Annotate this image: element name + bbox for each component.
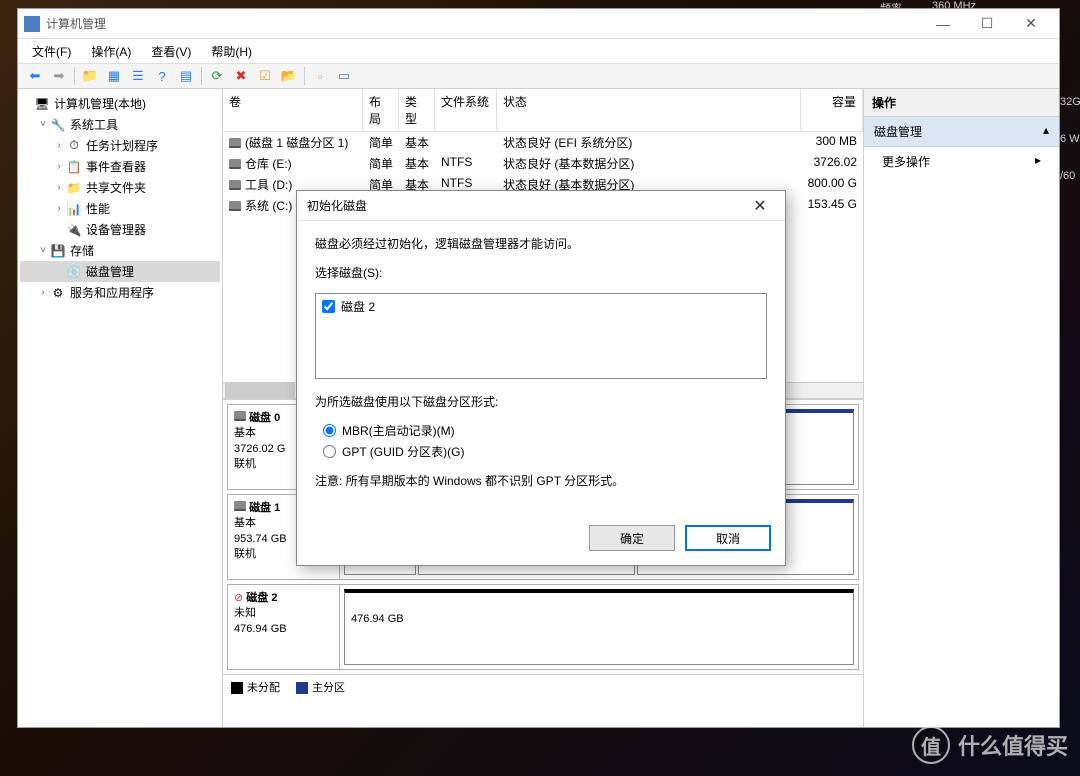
new-icon[interactable]: ▫ xyxy=(309,65,331,87)
disk-checkbox-row[interactable]: 磁盘 2 xyxy=(322,298,760,315)
tree-event-viewer[interactable]: ›📋事件查看器 xyxy=(20,156,220,177)
volume-icon xyxy=(229,159,241,169)
volume-icon xyxy=(229,201,241,211)
gpt-radio-row[interactable]: GPT (GUID 分区表)(G) xyxy=(323,443,767,460)
props-icon[interactable]: ▭ xyxy=(333,65,355,87)
actions-header: 操作 xyxy=(864,89,1059,117)
menu-help[interactable]: 帮助(H) xyxy=(203,41,260,62)
disk-2[interactable]: ⊘ 磁盘 2 未知476.94 GB 476.94 GB xyxy=(227,584,859,670)
app-icon xyxy=(24,16,40,32)
col-status[interactable]: 状态 xyxy=(497,89,801,131)
tree-performance[interactable]: ›📊性能 xyxy=(20,198,220,219)
collapse-icon: ▴ xyxy=(1043,123,1049,140)
dialog-close-button[interactable]: ✕ xyxy=(745,191,775,221)
tree-shared-folders[interactable]: ›📁共享文件夹 xyxy=(20,177,220,198)
window-title: 计算机管理 xyxy=(46,15,921,32)
dialog-title: 初始化磁盘 xyxy=(307,197,367,214)
maximize-button[interactable]: ☐ xyxy=(965,10,1009,38)
titlebar: 计算机管理 — ☐ ✕ xyxy=(18,9,1059,39)
help-icon[interactable]: ? xyxy=(151,65,173,87)
volume-row[interactable]: (磁盘 1 磁盘分区 1)简单基本状态良好 (EFI 系统分区)300 MB xyxy=(223,132,863,153)
nav-tree: 🖥计算机管理(本地) ˅🔧系统工具 ›⏱任务计划程序 ›📋事件查看器 ›📁共享文… xyxy=(18,89,223,727)
tree-device-manager[interactable]: 🔌设备管理器 xyxy=(20,219,220,240)
tree-system-tools[interactable]: ˅🔧系统工具 xyxy=(20,114,220,135)
legend: 未分配 主分区 xyxy=(223,674,863,699)
disk-icon xyxy=(234,501,246,511)
dialog-note: 注意: 所有早期版本的 Windows 都不识别 GPT 分区形式。 xyxy=(315,472,767,489)
gpt-radio[interactable] xyxy=(323,445,336,458)
minimize-button[interactable]: — xyxy=(921,10,965,38)
initialize-disk-dialog: 初始化磁盘 ✕ 磁盘必须经过初始化，逻辑磁盘管理器才能访问。 选择磁盘(S): … xyxy=(296,190,786,566)
check-icon[interactable]: ☑ xyxy=(254,65,276,87)
tree-services[interactable]: ›⚙服务和应用程序 xyxy=(20,282,220,303)
unallocated-partition[interactable]: 476.94 GB xyxy=(344,589,854,665)
actions-pane: 操作 磁盘管理▴ 更多操作▸ xyxy=(863,89,1059,727)
menu-view[interactable]: 查看(V) xyxy=(143,41,199,62)
col-type[interactable]: 类型 xyxy=(399,89,435,131)
disk-icon xyxy=(234,411,246,421)
disk-2-label: ⊘ 磁盘 2 未知476.94 GB xyxy=(228,585,340,669)
watermark: 值 什么值得买 xyxy=(912,726,1068,764)
toolbar: ⬅ ➡ 📁 ▦ ☰ ? ▤ ⟳ ✖ ☑ 📂 ▫ ▭ xyxy=(18,63,1059,89)
tree-root[interactable]: 🖥计算机管理(本地) xyxy=(20,93,220,114)
list-icon[interactable]: ☰ xyxy=(127,65,149,87)
actions-selected[interactable]: 磁盘管理▴ xyxy=(864,117,1059,147)
col-fs[interactable]: 文件系统 xyxy=(435,89,497,131)
ok-button[interactable]: 确定 xyxy=(589,525,675,551)
col-volume[interactable]: 卷 xyxy=(223,89,363,131)
close-button[interactable]: ✕ xyxy=(1009,10,1053,38)
up-icon[interactable]: 📁 xyxy=(79,65,101,87)
volume-icon xyxy=(229,138,241,148)
tree-task-scheduler[interactable]: ›⏱任务计划程序 xyxy=(20,135,220,156)
cancel-button[interactable]: 取消 xyxy=(685,525,771,551)
volume-row[interactable]: 仓库 (E:)简单基本NTFS状态良好 (基本数据分区)3726.02 xyxy=(223,153,863,174)
watermark-icon: 值 xyxy=(912,726,950,764)
chevron-right-icon: ▸ xyxy=(1035,153,1041,170)
forward-button[interactable]: ➡ xyxy=(48,65,70,87)
dialog-message: 磁盘必须经过初始化，逻辑磁盘管理器才能访问。 xyxy=(315,235,767,252)
back-button[interactable]: ⬅ xyxy=(24,65,46,87)
partition-style-label: 为所选磁盘使用以下磁盘分区形式: xyxy=(315,393,767,410)
mbr-radio-row[interactable]: MBR(主启动记录)(M) xyxy=(323,422,767,439)
col-capacity[interactable]: 容量 xyxy=(801,89,863,131)
select-disk-label: 选择磁盘(S): xyxy=(315,264,767,281)
volume-icon xyxy=(229,180,241,190)
menubar: 文件(F) 操作(A) 查看(V) 帮助(H) xyxy=(18,39,1059,63)
delete-icon[interactable]: ✖ xyxy=(230,65,252,87)
grid-icon[interactable]: ▦ xyxy=(103,65,125,87)
disk-select-list[interactable]: 磁盘 2 xyxy=(315,293,767,379)
menu-file[interactable]: 文件(F) xyxy=(24,41,79,62)
folder-icon[interactable]: 📂 xyxy=(278,65,300,87)
refresh-icon[interactable]: ⟳ xyxy=(206,65,228,87)
dialog-titlebar: 初始化磁盘 ✕ xyxy=(297,191,785,221)
menu-action[interactable]: 操作(A) xyxy=(83,41,139,62)
mbr-radio[interactable] xyxy=(323,424,336,437)
tree-disk-management[interactable]: 💿磁盘管理 xyxy=(20,261,220,282)
disk-checkbox[interactable] xyxy=(322,300,335,313)
detail-icon[interactable]: ▤ xyxy=(175,65,197,87)
actions-more[interactable]: 更多操作▸ xyxy=(864,147,1059,176)
overlay-side: 32G6 W/60 xyxy=(1060,96,1080,207)
tree-storage[interactable]: ˅💾存储 xyxy=(20,240,220,261)
volume-header: 卷 布局 类型 文件系统 状态 容量 xyxy=(223,89,863,132)
col-layout[interactable]: 布局 xyxy=(363,89,399,131)
